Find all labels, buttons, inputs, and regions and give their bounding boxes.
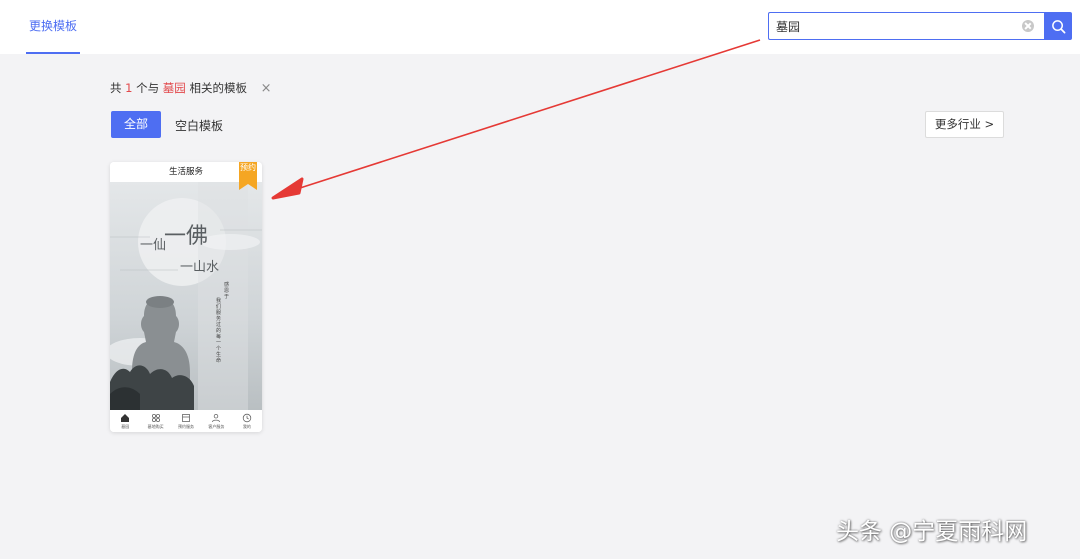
clear-icon[interactable] [1022, 20, 1034, 32]
grid-icon [151, 413, 160, 423]
top-bar: 更换模板 [0, 0, 1080, 54]
tab-label: 更换模板 [29, 19, 78, 33]
poster-vertical-1: 感恩于 [224, 282, 230, 300]
search-button[interactable] [1044, 12, 1072, 40]
result-keyword: 墓园 [162, 81, 186, 95]
nav-item-home: 墓园 [110, 410, 140, 432]
home-icon [121, 414, 130, 422]
result-prefix: 共 [110, 81, 122, 95]
calendar-icon [182, 414, 190, 422]
search-box [768, 12, 1072, 40]
tab-active-indicator [26, 52, 81, 54]
watermark: 头条 @宁夏雨科网 [836, 519, 1028, 545]
filter-blank-template-button[interactable]: 空白模板 [175, 117, 223, 134]
clear-filter-close-icon[interactable]: × [261, 81, 272, 96]
nav-item-service: 客户服务 [201, 410, 231, 432]
template-poster-image [110, 182, 262, 410]
nav-item-booking: 预约服务 [171, 410, 201, 432]
result-mid: 个与 [136, 81, 160, 95]
person-icon [212, 414, 221, 423]
search-input[interactable] [768, 12, 1044, 40]
result-summary: 共 1 个与 墓园 相关的模板 × [110, 80, 272, 96]
clock-icon [242, 413, 252, 423]
poster-line1a: 一仙 [140, 238, 167, 253]
template-card[interactable]: 生活服务 预约 一仙 一佛 一山水 感恩于 我们服务过的每一个生命 墓园 墓地购… [110, 162, 262, 432]
search-icon [1051, 19, 1065, 33]
ribbon-label: 预约 [240, 163, 256, 172]
template-bottom-nav: 墓园 墓地购买 预约服务 客户服务 我的 [110, 410, 262, 432]
tab-change-template[interactable]: 更换模板 [26, 0, 81, 54]
result-suffix: 相关的模板 [189, 81, 247, 95]
more-industries-button[interactable]: 更多行业 > [925, 111, 1004, 138]
nav-item-mine: 我的 [232, 410, 262, 432]
poster-line1b: 一佛 [164, 224, 209, 249]
nav-label: 预约服务 [178, 424, 195, 429]
filter-all-button[interactable]: 全部 [111, 111, 161, 138]
result-count: 1 [125, 81, 133, 95]
nav-label: 墓地购买 [147, 424, 164, 429]
nav-label: 客户服务 [208, 424, 225, 429]
poster-line2: 一山水 [180, 260, 220, 275]
nav-item-buy: 墓地购买 [140, 410, 170, 432]
nav-label: 我的 [242, 424, 251, 429]
nav-label: 墓园 [121, 424, 130, 429]
poster-vertical-2: 我们服务过的每一个生命 [216, 298, 222, 364]
